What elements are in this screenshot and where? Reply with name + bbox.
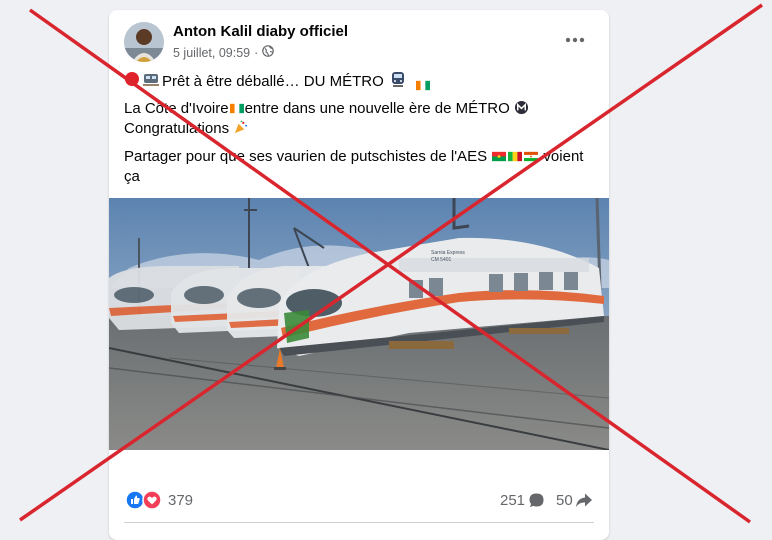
post-photo[interactable]: Sarnia Express CM 5401 <box>109 197 609 451</box>
ivory-coast-flag-icon <box>229 100 244 114</box>
line2-prefix: La Côte d'Ivoire <box>124 100 229 117</box>
metro-icon <box>390 71 406 93</box>
author-name[interactable]: Anton Kalil diaby officiel <box>173 23 348 40</box>
post-header: Anton Kalil diaby officiel 5 juillet, 09… <box>109 10 609 72</box>
niger-flag-icon <box>524 148 539 162</box>
post-meta: 5 juillet, 09:59 · <box>173 45 275 60</box>
party-popper-icon <box>233 120 248 137</box>
comment-icon <box>528 492 545 512</box>
post-line-2: La Côte d'Ivoire entre dans une nouvelle … <box>124 99 594 139</box>
globe-icon <box>262 45 275 60</box>
post-line-1: Prêt à être déballé… DU MÉTRO <box>124 71 594 93</box>
reaction-bar: 379 251 50 <box>109 482 609 518</box>
love-reaction-icon[interactable] <box>142 490 162 513</box>
author-avatar[interactable] <box>124 22 164 62</box>
reaction-divider <box>124 522 594 523</box>
train-station-icon <box>142 71 160 93</box>
line2-suffix: entre dans une nouvelle ère de MÉTRO <box>244 100 510 117</box>
share-count[interactable]: 50 <box>556 492 573 509</box>
ivory-coast-flag-icon <box>415 77 430 90</box>
post-line-3: Partager pour que ses vaurien de putschi… <box>124 147 594 187</box>
more-options-icon[interactable] <box>557 28 593 52</box>
mali-flag-icon <box>508 148 523 162</box>
metro-sign-icon <box>514 100 529 117</box>
meta-separator: · <box>254 45 259 60</box>
post-card: Anton Kalil diaby officiel 5 juillet, 09… <box>109 10 609 540</box>
red-circle-icon <box>124 71 140 93</box>
burkina-faso-flag-icon <box>492 148 507 162</box>
line3-prefix: Partager pour que ses vaurien de putschi… <box>124 148 488 165</box>
comment-count[interactable]: 251 <box>500 492 525 509</box>
post-date[interactable]: 5 juillet, 09:59 <box>173 46 250 60</box>
train-label-2: CM 5401 <box>431 257 452 263</box>
train-label-1: Sarnia Express <box>431 250 465 256</box>
share-icon <box>575 492 593 512</box>
post-headline: Prêt à être déballé… DU MÉTRO <box>162 73 384 90</box>
reaction-count[interactable]: 379 <box>168 492 193 509</box>
line2-end: Congratulations <box>124 120 230 137</box>
